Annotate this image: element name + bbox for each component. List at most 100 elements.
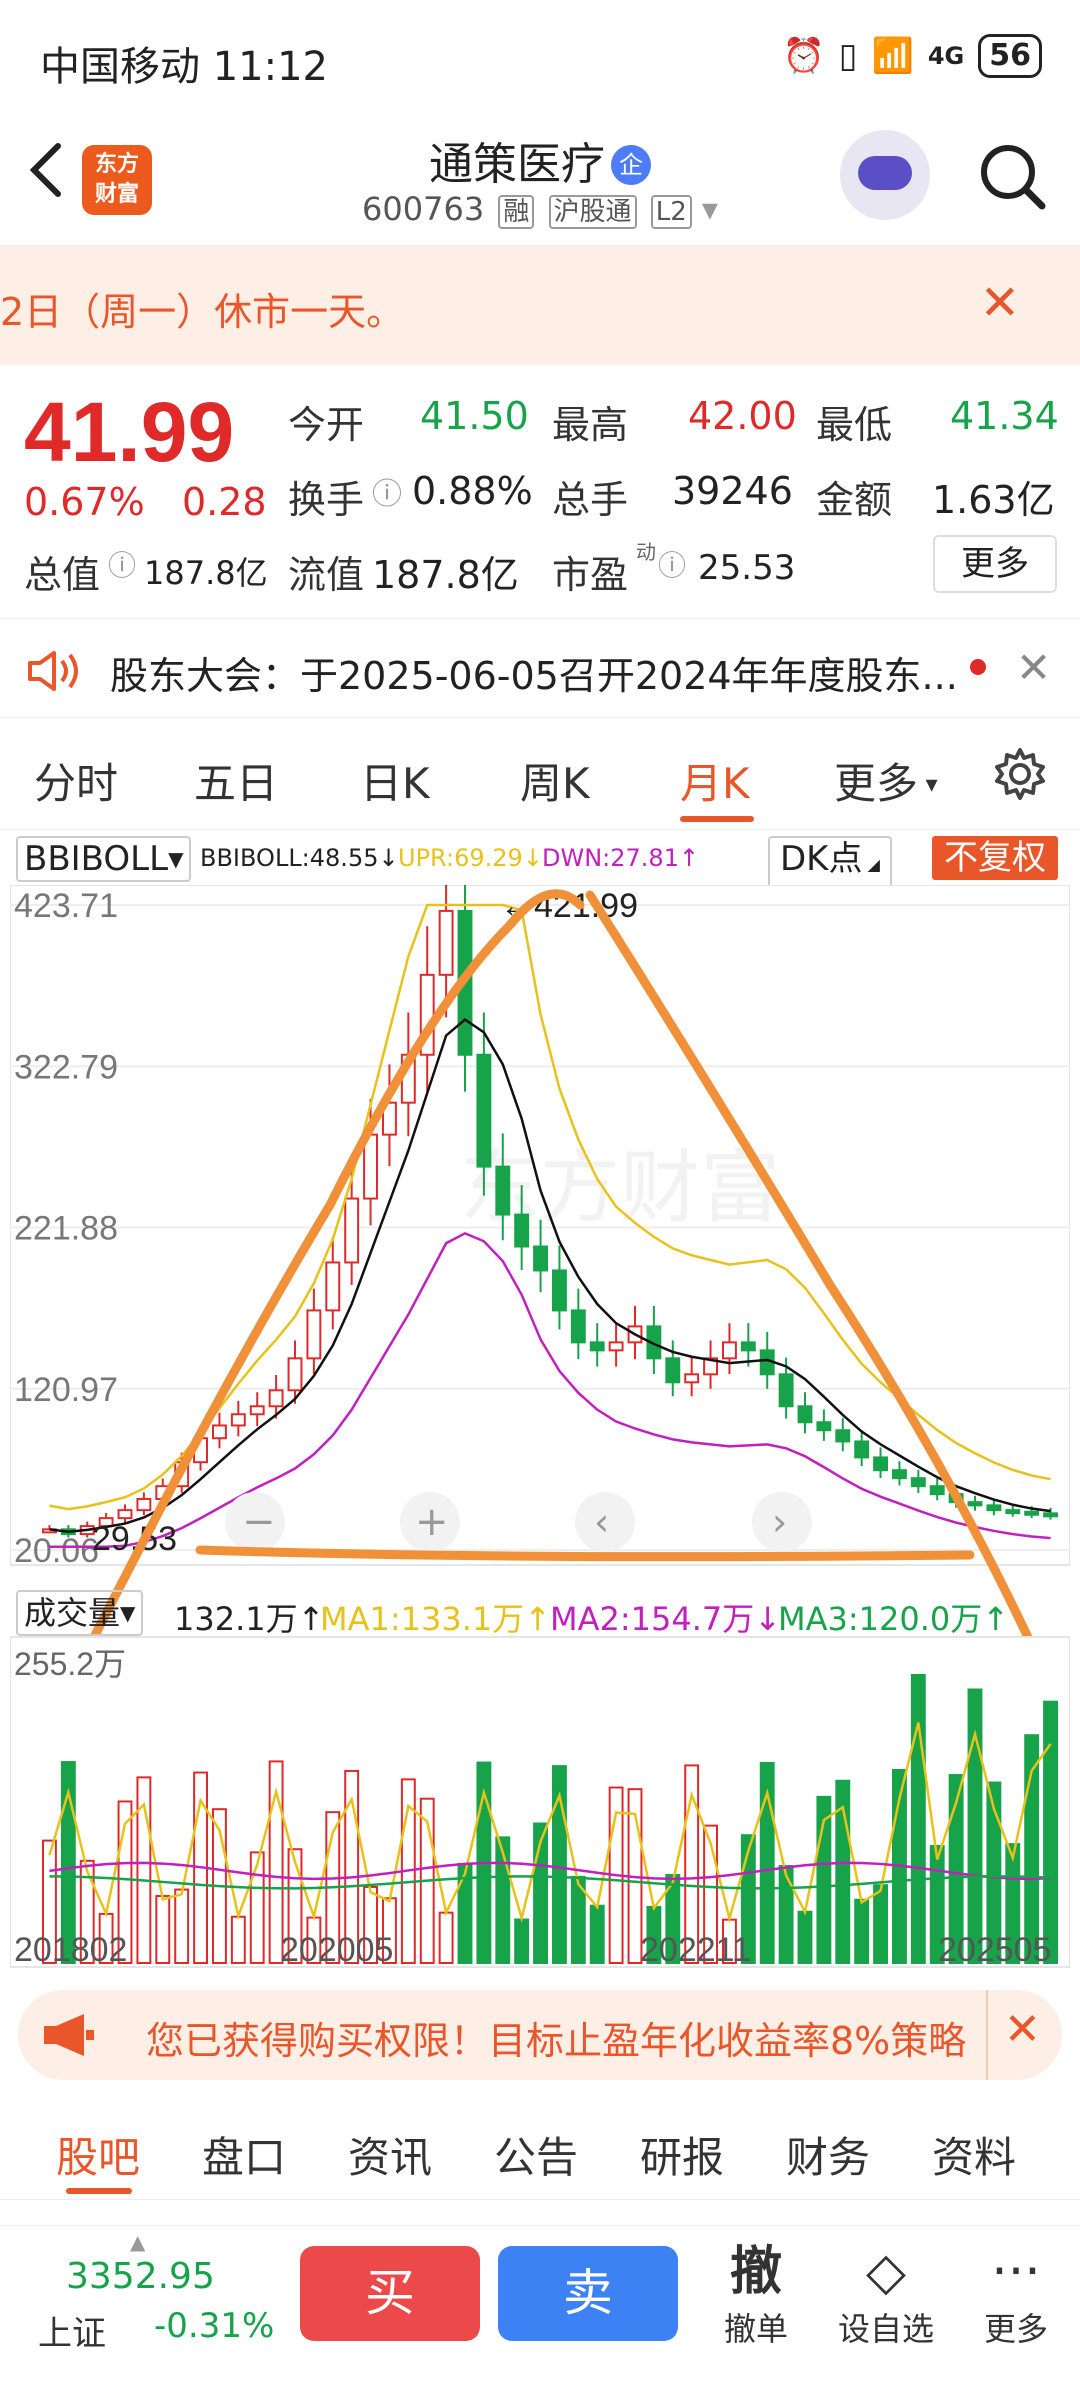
gear-icon[interactable] [990, 744, 1050, 804]
bottom-action-bar: ▲ 3352.95 上证 -0.31% 买 卖 撤 撤单 ◇ 设自选 ··· 更… [0, 2225, 1080, 2400]
change-amount: 0.28 [182, 480, 267, 524]
volume-chart: 255.2万 [10, 1636, 1070, 1968]
close-icon[interactable]: ✕ [980, 275, 1020, 331]
volume-bar [174, 1888, 190, 1964]
volume-bar [230, 1915, 246, 1964]
close-icon[interactable]: ✕ [1004, 2004, 1041, 2055]
candle-body [835, 1429, 851, 1443]
candle-body [967, 1501, 983, 1507]
volume-value: 132.1万↑ [174, 1600, 325, 1638]
candle-body [552, 1269, 567, 1312]
vibrate-icon: ▯ [838, 36, 858, 76]
unread-dot [970, 659, 986, 675]
volume-bar [797, 1910, 813, 1964]
x-tick-label: 202211 [640, 1931, 751, 1969]
search-icon[interactable] [978, 142, 1048, 212]
tab-five-day[interactable]: 五日 [194, 750, 278, 811]
announcement-bar[interactable]: 股东大会：于2025-06-05召开2024年年度股东... ✕ [0, 618, 1080, 718]
candle-body [287, 1357, 303, 1392]
info-icon[interactable]: ⓘ [108, 544, 136, 584]
tab-daily-k[interactable]: 日K [360, 750, 430, 811]
candle-body [570, 1309, 586, 1344]
stock-code: 600763 [362, 190, 485, 228]
more-quote-button[interactable]: 更多 [933, 535, 1057, 593]
caret-down-icon: ▼ [120, 1601, 136, 1625]
tab-monthly-k[interactable]: 月K [680, 750, 750, 811]
indicator-select[interactable]: BBIBOLL▼ [16, 836, 192, 882]
volume-bar [778, 1865, 794, 1964]
high-value: 42.00 [688, 394, 797, 438]
plus-icon: + [415, 1499, 449, 1545]
buy-button[interactable]: 买 [300, 2246, 480, 2341]
caret-down-icon: ▾ [918, 770, 938, 798]
tab-research[interactable]: 研报 [640, 2124, 724, 2185]
sell-button[interactable]: 卖 [498, 2246, 678, 2341]
volume-label: 总手 [552, 478, 629, 522]
volume-ma1: MA1:133.1万↑ [320, 1600, 552, 1638]
candle-body [249, 1405, 265, 1416]
tab-forum[interactable]: 股吧 [56, 2124, 140, 2185]
last-price: 41.99 [24, 385, 235, 479]
candle-body [117, 1509, 133, 1520]
tab-more[interactable]: 更多 ▾ [834, 750, 938, 811]
holiday-notice: 2日（周一）休市一天。 ✕ [0, 245, 1080, 365]
low-label: 最低 [816, 403, 893, 447]
tab-profile[interactable]: 资料 [932, 2124, 1016, 2185]
index-name: 上证 [38, 2314, 106, 2354]
candle-body [514, 1213, 530, 1248]
close-icon[interactable]: ✕ [1016, 643, 1051, 692]
alarm-icon: ⏰ [782, 36, 825, 76]
candle-body [438, 909, 454, 976]
bbiboll-value: BBIBOLL:48.55↓ [200, 844, 399, 872]
candle-body [854, 1440, 870, 1459]
volume-indicator-bar: 成交量▼ 132.1万↑ MA1:133.1万↑ MA2:154.7万↓ MA3… [0, 1582, 1080, 1640]
tab-orderbook[interactable]: 盘口 [202, 2124, 286, 2185]
volume-ma3: MA3:120.0万↑ [778, 1600, 1010, 1638]
chevron-right-icon: › [772, 1500, 787, 1544]
more-button[interactable]: ··· 更多 [956, 2240, 1076, 2350]
volume-bar [249, 1851, 265, 1964]
network-label: 4G [927, 42, 965, 70]
cancel-order-button[interactable]: 撤 撤单 [696, 2240, 816, 2350]
volume-bar [910, 1674, 926, 1964]
candle-body [1024, 1510, 1040, 1516]
y-tick-label: 120.97 [14, 1371, 118, 1409]
stock-name: 通策医疗 [429, 139, 605, 190]
active-tab-underline [680, 816, 754, 822]
index-change: -0.31% [154, 2306, 275, 2346]
candle-body [589, 1341, 605, 1352]
caret-up-icon[interactable]: ▲ [130, 2230, 145, 2254]
corner-icon: ◢ [862, 855, 880, 874]
status-bar: 中国移动 11:12 ⏰ ▯ 📶 4G 56 [0, 0, 1080, 110]
y-tick-label: 221.88 [14, 1210, 118, 1248]
info-icon[interactable]: ⓘ [658, 544, 686, 584]
dk-label: DK点 [780, 839, 863, 879]
candle-body [665, 1357, 681, 1384]
cancel-order-icon: 撤 [729, 2242, 782, 2302]
dk-point-button[interactable]: DK点 ◢ [768, 836, 892, 888]
tab-announcements[interactable]: 公告 [494, 2124, 578, 2185]
tab-financials[interactable]: 财务 [786, 2124, 870, 2185]
cancel-order-label: 撤单 [723, 2310, 788, 2348]
info-icon[interactable]: ⓘ [372, 469, 402, 513]
kline-chart[interactable]: 423.71322.79221.88120.9720.06 东方财富 ←421.… [10, 885, 1070, 1975]
volume-select[interactable]: 成交量▼ [16, 1590, 144, 1636]
adjust-button[interactable]: 不复权 [932, 836, 1058, 880]
tab-weekly-k[interactable]: 周K [520, 750, 590, 811]
tab-intraday[interactable]: 分时 [34, 750, 118, 811]
index-value[interactable]: 3352.95 [66, 2256, 215, 2297]
promo-text: 您已获得购买权限！目标止盈年化收益率8%策略 [146, 2019, 967, 2063]
x-tick-label: 201802 [14, 1931, 127, 1969]
volume-value: 39246 [672, 469, 793, 513]
tab-news[interactable]: 资讯 [348, 2124, 432, 2185]
active-tab-underline [66, 2188, 132, 2194]
watchlist-icon: ◇ [866, 2242, 906, 2302]
pe-value: 25.53 [698, 548, 796, 588]
add-watchlist-button[interactable]: ◇ 设自选 [826, 2240, 946, 2350]
candle-body [230, 1413, 246, 1427]
assistant-robot-icon[interactable] [840, 130, 930, 220]
indicator-name: BBIBOLL [24, 839, 169, 879]
volume-label: 成交量 [24, 1594, 121, 1632]
promo-banner[interactable]: 您已获得购买权限！目标止盈年化收益率8%策略 ✕ [18, 1990, 1062, 2080]
stock-header: 东方 财富 通策医疗企 600763 融 沪股通 L2 ▾ [0, 110, 1080, 245]
